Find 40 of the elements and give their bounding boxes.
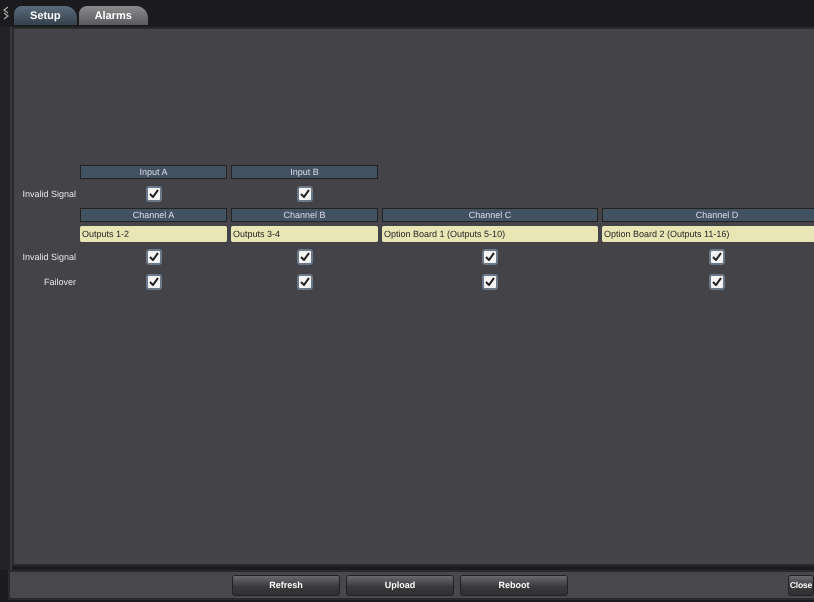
checkbox[interactable] — [709, 248, 725, 264]
column-header: Channel B — [231, 208, 378, 222]
check-icon — [712, 252, 722, 261]
checkbox[interactable] — [146, 186, 162, 202]
checkbox[interactable] — [146, 248, 162, 264]
checkbox[interactable] — [482, 274, 498, 290]
check-icon — [300, 189, 310, 198]
checkbox[interactable] — [482, 248, 498, 264]
arrows-icon[interactable] — [2, 6, 10, 20]
check-icon — [485, 252, 495, 261]
check-icon — [300, 277, 310, 286]
row-label: Invalid Signal — [21, 252, 76, 262]
check-icon — [148, 189, 158, 198]
outputs-label: Option Board 1 (Outputs 5-10) — [382, 226, 598, 242]
checkbox[interactable] — [296, 248, 312, 264]
column-header: Input A — [80, 165, 227, 179]
action-button[interactable]: Reboot — [460, 574, 568, 596]
checkbox[interactable] — [709, 274, 725, 290]
column-header: Channel C — [382, 208, 598, 222]
row-label: Failover — [42, 276, 76, 286]
check-icon — [148, 252, 158, 261]
close-button[interactable]: Close — [788, 574, 814, 596]
column-header: Input B — [231, 165, 378, 179]
check-icon — [712, 277, 722, 286]
tab[interactable]: Setup — [14, 6, 77, 25]
column-header: Channel A — [80, 208, 227, 222]
tab[interactable]: Alarms — [78, 6, 148, 25]
outputs-label: Outputs 1-2 — [80, 226, 227, 242]
column-header: Channel D — [602, 208, 814, 222]
checkbox[interactable] — [296, 186, 312, 202]
check-icon — [300, 252, 310, 261]
outputs-label: Outputs 3-4 — [231, 226, 378, 242]
row-label: Invalid Signal — [21, 188, 76, 198]
check-icon — [148, 277, 158, 286]
action-button[interactable]: Upload — [346, 574, 454, 596]
action-button[interactable]: Refresh — [232, 574, 340, 596]
checkbox[interactable] — [296, 274, 312, 290]
check-icon — [485, 277, 495, 286]
checkbox[interactable] — [146, 274, 162, 290]
outputs-label: Option Board 2 (Outputs 11-16) — [602, 226, 814, 242]
